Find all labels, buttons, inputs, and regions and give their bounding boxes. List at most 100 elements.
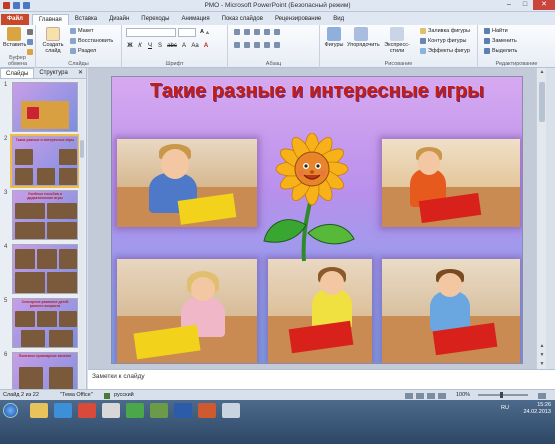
slide-thumbnail-3[interactable]: 3 Учебные пособия и дидактические игры [4,190,78,242]
spellcheck-icon[interactable] [104,393,110,399]
font-name-box[interactable] [126,28,176,37]
window-title: РМО - Microsoft PowerPoint (Безопасный р… [204,2,351,9]
zoom-slider[interactable] [478,392,528,398]
paste-button[interactable]: Вставить [3,27,26,48]
slide-sorter-icon[interactable] [416,393,424,399]
paint-icon[interactable] [222,403,240,418]
section-button[interactable]: Раздел [70,48,96,54]
tab-slides[interactable]: Слайды [0,68,35,78]
shadow-button[interactable]: S [156,42,164,50]
slide-thumbnail-5[interactable]: 5 Сенсорное развитие детей раннего возра… [4,298,78,350]
slide-canvas[interactable]: Такие разные и интересные игры [111,76,523,364]
editor-scroll-thumb[interactable] [539,82,545,122]
cut-icon[interactable] [27,29,33,35]
slide-thumbnail-2[interactable]: 2 Такие разные и интересные игры [4,134,80,188]
scroll-down-arrow-icon[interactable]: ▼ [537,360,547,369]
powerpoint-taskbar-icon[interactable] [198,403,216,418]
grow-font-icon[interactable]: AA [200,29,209,35]
font-size-box[interactable] [178,28,196,37]
photo-child-bottom-left[interactable] [117,259,257,363]
font-color-button[interactable]: A [202,42,210,50]
zoom-level[interactable]: 100% [456,392,470,398]
word-icon[interactable] [174,403,192,418]
media-icon[interactable] [150,403,168,418]
utorrent-icon[interactable] [126,403,144,418]
photo-child-top-left[interactable] [117,139,257,227]
slides-panel: Слайды Структура ✕ 1 2 Такие разные и ин… [0,68,87,402]
tab-file[interactable]: Файл [1,14,29,25]
replace-icon [484,38,490,44]
bold-button[interactable]: Ж [126,42,134,50]
photo-child-bottom-right[interactable] [382,259,520,363]
select-button[interactable]: Выделить [484,48,517,54]
shapes-icon [327,27,341,41]
group-clipboard: Вставить Буфер обмена [0,25,36,68]
tab-slideshow[interactable]: Показ слайдов [216,14,269,25]
new-slide-button[interactable]: Создать слайд [40,27,66,54]
shape-outline-button[interactable]: Контур фигуры [420,38,466,44]
keyboard-language[interactable]: RU [501,405,509,411]
arrange-button[interactable]: Упорядочить [347,27,380,48]
layout-button[interactable]: Макет [70,28,94,34]
list-buttons[interactable] [234,29,280,35]
slide-thumbnail-1[interactable]: 1 [4,82,78,134]
shape-effects-button[interactable]: Эффекты фигур [420,48,470,54]
reset-button[interactable]: Восстановить [70,38,113,44]
italic-button[interactable]: К [136,42,144,50]
slide-title[interactable]: Такие разные и интересные игры [112,80,522,103]
reading-view-icon[interactable] [427,393,435,399]
new-slide-icon [46,27,60,41]
fit-to-window-icon[interactable] [538,393,546,399]
tab-home[interactable]: Главная [31,14,69,25]
tab-outline[interactable]: Структура [34,68,72,78]
theme-name: "Тема Office" [60,392,93,398]
tab-design[interactable]: Дизайн [103,14,135,25]
shapes-button[interactable]: Фигуры [323,27,345,48]
quick-styles-icon [390,27,404,41]
ribbon: Вставить Буфер обмена Создать слайд Маке… [0,25,555,68]
explorer-icon[interactable] [30,403,48,418]
tab-insert[interactable]: Вставка [69,14,103,25]
scroll-up-arrow-icon[interactable]: ▲ [537,68,547,77]
language-indicator[interactable]: русский [114,392,134,398]
align-buttons[interactable] [234,42,280,48]
spacing-button[interactable]: A [180,42,188,50]
panel-close-button[interactable]: ✕ [78,68,86,78]
find-button[interactable]: Найти [484,28,508,34]
prev-slide-icon[interactable]: ▲ [537,342,547,351]
yandex-icon[interactable] [102,403,120,418]
slide-thumbnail-4[interactable]: 4 [4,244,78,296]
next-slide-icon[interactable]: ▼ [537,351,547,360]
close-button[interactable]: ✕ [533,0,555,10]
maximize-button[interactable]: □ [517,0,533,10]
notes-pane[interactable]: Заметки к слайду [88,369,555,389]
underline-button[interactable]: Ч [146,42,154,50]
photo-child-top-right[interactable] [382,139,520,227]
slide-editor: Такие разные и интересные игры ▲ ▲ ▼ ▼ [88,68,546,369]
ribbon-tabs: Файл Главная Вставка Дизайн Переходы Ани… [0,12,555,25]
replace-button[interactable]: Заменить [484,38,517,44]
editor-scrollbar[interactable]: ▲ ▲ ▼ ▼ [536,68,546,369]
minimize-button[interactable]: – [501,0,517,10]
shape-fill-button[interactable]: Заливка фигуры [420,28,470,34]
tab-animations[interactable]: Анимация [175,14,215,25]
internet-explorer-icon[interactable] [54,403,72,418]
opera-icon[interactable] [78,403,96,418]
start-button[interactable] [3,403,18,418]
photo-child-bottom-middle[interactable] [268,259,372,363]
tab-review[interactable]: Рецензирование [269,14,327,25]
normal-view-icon[interactable] [405,393,413,399]
change-case-button[interactable]: Aa [190,42,200,50]
strikethrough-button[interactable]: abc [166,42,178,50]
zoom-slider-handle[interactable] [500,392,503,398]
copy-icon[interactable] [27,39,33,45]
system-clock[interactable]: 15:26 24.02.2013 [523,402,551,416]
slideshow-icon[interactable] [438,393,446,399]
tab-view[interactable]: Вид [327,14,350,25]
quick-styles-button[interactable]: Экспресс-стили [378,27,416,54]
panel-scrollbar[interactable] [79,80,85,400]
panel-scroll-thumb[interactable] [80,140,84,158]
group-font: AA Ж К Ч S abc A Aa A Шрифт [122,25,228,68]
tab-transitions[interactable]: Переходы [135,14,175,25]
sunflower-illustration[interactable] [262,133,358,263]
